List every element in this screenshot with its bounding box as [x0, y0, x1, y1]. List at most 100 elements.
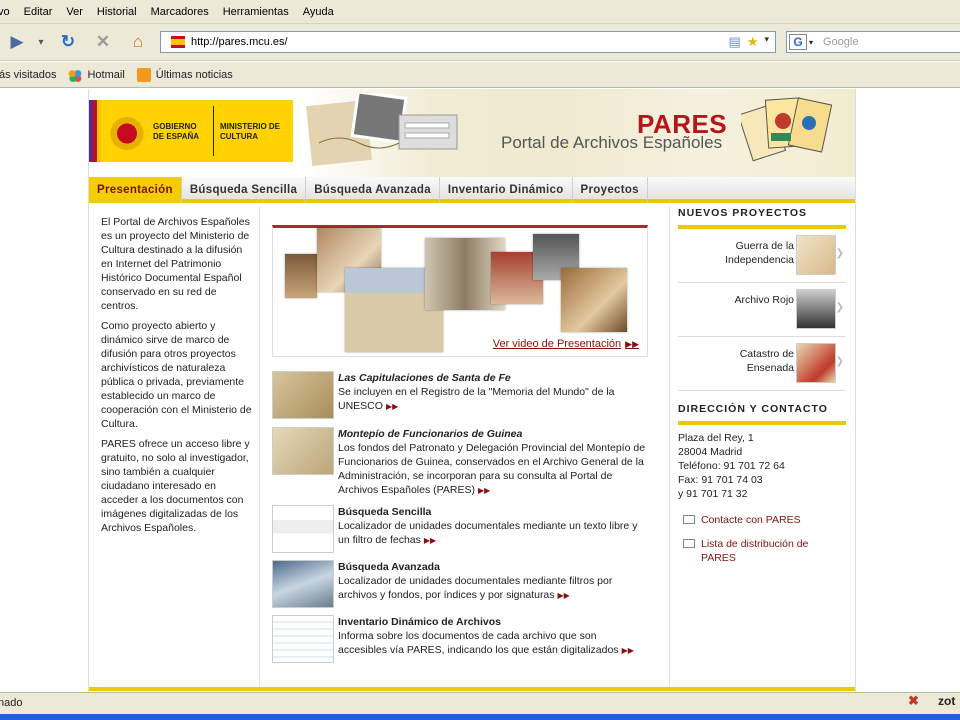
feature-title[interactable]: Búsqueda Avanzada [338, 560, 648, 574]
close-red-icon[interactable]: ✖ [908, 693, 919, 709]
feature-title[interactable]: Montepío de Funcionarios de Guinea [338, 427, 648, 441]
zotero-label[interactable]: zot [938, 694, 955, 708]
site-subtitle: Portal de Archivos Españoles [501, 133, 723, 152]
project-label[interactable]: Guerra de la Independencia [694, 239, 794, 267]
home-icon[interactable]: ⌂ [127, 31, 149, 53]
feature-desc: Informa sobre los documentos de cada arc… [338, 630, 619, 656]
feature-capitulaciones[interactable]: Las Capitulaciones de Santa de Fe Se inc… [272, 371, 648, 421]
logo-divider [213, 106, 214, 156]
double-arrow-icon[interactable]: ▶▶ [386, 402, 398, 411]
column-divider [669, 207, 670, 687]
intro-paragraph: Como proyecto abierto y dinámico sirve d… [101, 320, 252, 430]
menu-edit[interactable]: Editar [24, 6, 53, 18]
navigation-toolbar: ▶ ▾ ↻ ✕ ⌂ http://pares.mcu.es/ ▤ ★ ▾ G ▾… [0, 24, 960, 61]
mailing-list-link[interactable]: Lista de distribución de PARES [678, 537, 846, 565]
presentation-banner: Ver video de Presentación ▶▶ [272, 225, 648, 357]
intro-paragraph: El Portal de Archivos Españoles es un pr… [101, 216, 250, 312]
pares-page: GOBIERNO DE ESPAÑA MINISTERIO DE CULTURA… [88, 89, 856, 692]
search-engine-dropdown-icon[interactable]: ▾ [809, 38, 813, 47]
project-item[interactable]: Archivo Rojo ❯ [678, 283, 846, 337]
chevron-right-icon: ❯ [835, 356, 844, 367]
chevron-right-icon: ❯ [835, 248, 844, 259]
stop-icon[interactable]: ✕ [92, 31, 114, 53]
center-column: Ver video de Presentación ▶▶ [272, 225, 648, 357]
double-arrow-icon[interactable]: ▶▶ [558, 591, 570, 600]
bookmark-most-visited[interactable]: ás visitados [0, 69, 56, 81]
search-box[interactable]: G ▾ Google [786, 31, 960, 53]
page-icon: ▤ [728, 34, 741, 49]
url-dropdown-icon[interactable]: ▾ [764, 34, 769, 50]
header-cards-image [741, 97, 833, 162]
bookmark-star-icon[interactable]: ★ [747, 34, 759, 50]
intro-paragraph: PARES ofrece un acceso libre y gratuito,… [101, 438, 250, 534]
menu-tools[interactable]: Herramientas [223, 6, 289, 18]
tab-presentacion[interactable]: Presentación [89, 177, 182, 203]
tab-proyectos[interactable]: Proyectos [573, 177, 648, 203]
mailing-list-text[interactable]: Lista de distribución de PARES [701, 537, 846, 565]
photo-microscope [561, 268, 627, 332]
url-bar[interactable]: http://pares.mcu.es/ ▤ ★ ▾ [160, 31, 776, 53]
site-favicon-icon [171, 36, 185, 48]
double-arrow-icon: ▶▶ [625, 339, 639, 349]
google-icon[interactable]: G [789, 34, 807, 50]
bookmark-label: ás visitados [0, 68, 57, 81]
bookmark-latest-news[interactable]: Últimas noticias [136, 67, 233, 82]
page-viewport: GOBIERNO DE ESPAÑA MINISTERIO DE CULTURA… [0, 89, 960, 692]
photo-workers [285, 254, 317, 298]
menu-bookmarks[interactable]: Marcadores [151, 6, 209, 18]
address-line: y 91 701 71 32 [678, 488, 748, 500]
double-arrow-icon[interactable]: ▶▶ [622, 646, 634, 655]
address-line: Teléfono: 91 701 72 64 [678, 460, 785, 472]
menu-view[interactable]: Ver [66, 6, 83, 18]
bookmarks-toolbar: ás visitados Hotmail Últimas noticias [0, 62, 960, 88]
intro-text: El Portal de Archivos Españoles es un pr… [101, 215, 253, 541]
column-divider [259, 207, 260, 687]
bookmark-hotmail[interactable]: Hotmail [68, 67, 125, 82]
contact-link[interactable]: Contacte con PARES [678, 513, 846, 527]
bookmark-label: Hotmail [87, 68, 125, 81]
coat-of-arms-icon [105, 106, 149, 156]
contact-link-text[interactable]: Contacte con PARES [701, 513, 801, 527]
project-item[interactable]: Catastro de Ensenada ❯ [678, 337, 846, 391]
feature-montepio[interactable]: Montepío de Funcionarios de Guinea Los f… [272, 427, 648, 496]
feature-title[interactable]: Inventario Dinámico de Archivos [338, 615, 648, 629]
video-link[interactable]: Ver video de Presentación ▶▶ [493, 338, 639, 350]
double-arrow-icon[interactable]: ▶▶ [478, 486, 490, 495]
manuscript-thumbnail [272, 371, 334, 419]
tab-busqueda-sencilla[interactable]: Búsqueda Sencilla [182, 177, 307, 203]
envelope-icon [683, 515, 695, 524]
status-text: nado [0, 696, 23, 709]
feature-busqueda-sencilla[interactable]: Búsqueda Sencilla Localizador de unidade… [272, 505, 648, 555]
menu-history[interactable]: Historial [97, 6, 137, 18]
project-thumbnail[interactable] [796, 343, 836, 383]
address-line: Fax: 91 701 74 03 [678, 474, 763, 486]
tree-view-thumbnail [272, 615, 334, 663]
feature-title[interactable]: Las Capitulaciones de Santa de Fe [338, 371, 648, 385]
os-taskbar [0, 714, 960, 720]
project-thumbnail[interactable] [796, 289, 836, 329]
project-label[interactable]: Catastro de Ensenada [694, 347, 794, 375]
project-thumbnail[interactable] [796, 235, 836, 275]
project-label[interactable]: Archivo Rojo [694, 293, 794, 307]
address-line: 28004 Madrid [678, 446, 743, 458]
reload-icon[interactable]: ↻ [57, 31, 79, 53]
contact-heading: DIRECCIÓN Y CONTACTO [678, 403, 846, 425]
government-logo[interactable]: GOBIERNO DE ESPAÑA MINISTERIO DE CULTURA [89, 100, 293, 162]
site-header: GOBIERNO DE ESPAÑA MINISTERIO DE CULTURA… [89, 89, 855, 177]
tab-busqueda-avanzada[interactable]: Búsqueda Avanzada [306, 177, 440, 203]
history-dropdown-icon[interactable]: ▾ [30, 31, 52, 53]
address-block: Plaza del Rey, 1 28004 Madrid Teléfono: … [678, 431, 846, 501]
back-icon[interactable]: ▶ [0, 31, 34, 53]
menu-help[interactable]: Ayuda [303, 6, 334, 18]
tab-inventario-dinamico[interactable]: Inventario Dinámico [440, 177, 573, 203]
keyboard-thumbnail [272, 560, 334, 608]
bookmark-label: Últimas noticias [155, 68, 233, 81]
right-column: NUEVOS PROYECTOS Guerra de la Independen… [678, 207, 846, 565]
feature-title[interactable]: Búsqueda Sencilla [338, 505, 648, 519]
menu-file[interactable]: vo [0, 6, 10, 18]
project-item[interactable]: Guerra de la Independencia ❯ [678, 229, 846, 283]
feature-inventario[interactable]: Inventario Dinámico de Archivos Informa … [272, 615, 648, 665]
feature-busqueda-avanzada[interactable]: Búsqueda Avanzada Localizador de unidade… [272, 560, 648, 610]
feature-desc: Localizador de unidades documentales med… [338, 575, 613, 601]
double-arrow-icon[interactable]: ▶▶ [424, 536, 436, 545]
